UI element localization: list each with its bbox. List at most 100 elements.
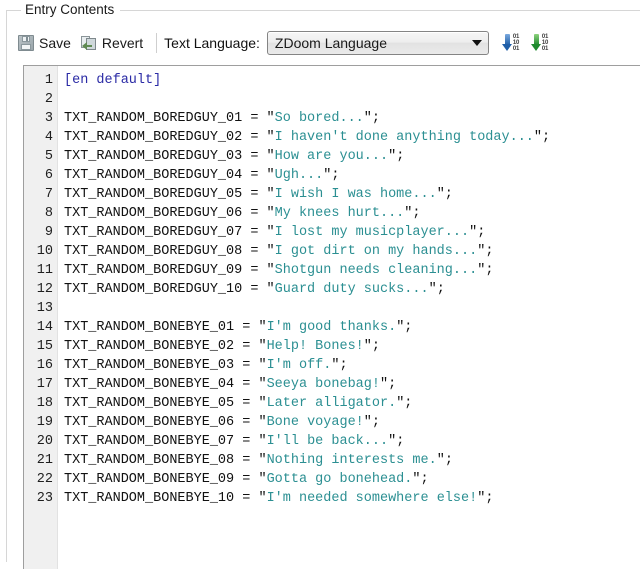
revert-button[interactable]: Revert xyxy=(78,30,150,56)
code-line[interactable]: TXT_RANDOM_BOREDGUY_09 = "Shotgun needs … xyxy=(64,261,640,280)
code-line[interactable]: TXT_RANDOM_BOREDGUY_01 = "So bored..."; xyxy=(64,109,640,128)
line-number: 9 xyxy=(44,225,53,240)
terminator-token: ; xyxy=(444,187,453,202)
identifier-token: TXT_RANDOM_BOREDGUY_03 xyxy=(64,149,243,164)
code-line[interactable]: TXT_RANDOM_BOREDGUY_04 = "Ugh..."; xyxy=(64,166,640,185)
quote-token: " xyxy=(388,434,397,449)
quote-token: " xyxy=(428,282,437,297)
identifier-token: TXT_RANDOM_BOREDGUY_08 xyxy=(64,244,243,259)
identifier-token: TXT_RANDOM_BONEBYE_02 xyxy=(64,339,235,354)
toolbar: Save Revert Text Language: ZDoom Languag… xyxy=(8,26,634,60)
quote-token: " xyxy=(266,282,275,297)
quote-token: " xyxy=(266,149,275,164)
entry-contents-groupbox: Entry Contents Save Revert Text Language… xyxy=(6,2,640,569)
line-number: 7 xyxy=(44,187,53,202)
terminator-token: ; xyxy=(404,320,413,335)
terminator-token: ; xyxy=(485,244,494,259)
line-number-gutter: 1 2 3 4 5 6 7 8 9 10 11 12 13 14 15 16 17 18 19 20 21 22 23 xyxy=(24,66,58,569)
line-number: 23 xyxy=(36,491,53,506)
code-line[interactable]: TXT_RANDOM_BONEBYE_10 = "I'm needed some… xyxy=(64,489,640,508)
section-header-token: [en default] xyxy=(64,73,162,88)
line-number: 13 xyxy=(36,301,53,316)
quote-token: " xyxy=(258,453,267,468)
quote-token: " xyxy=(436,453,445,468)
code-line[interactable]: TXT_RANDOM_BONEBYE_03 = "I'm off."; xyxy=(64,356,640,375)
quote-token: " xyxy=(258,472,267,487)
terminator-token: ; xyxy=(477,225,486,240)
code-line[interactable]: TXT_RANDOM_BONEBYE_08 = "Nothing interes… xyxy=(64,451,640,470)
line-number: 18 xyxy=(36,396,53,411)
code-line[interactable]: TXT_RANDOM_BONEBYE_04 = "Seeya bonebag!"… xyxy=(64,375,640,394)
identifier-token: TXT_RANDOM_BONEBYE_05 xyxy=(64,396,235,411)
quote-token: " xyxy=(436,187,445,202)
quote-token: " xyxy=(266,130,275,145)
quote-token: " xyxy=(388,149,397,164)
identifier-token: TXT_RANDOM_BONEBYE_09 xyxy=(64,472,235,487)
quote-token: " xyxy=(258,396,267,411)
string-value-token: Gotta go bonehead. xyxy=(266,472,413,487)
terminator-token: ; xyxy=(371,111,380,126)
code-line[interactable]: TXT_RANDOM_BOREDGUY_02 = "I haven't done… xyxy=(64,128,640,147)
quote-token: " xyxy=(363,339,372,354)
floppy-disk-icon xyxy=(18,35,34,51)
line-number: 1 xyxy=(44,73,53,88)
code-line[interactable]: TXT_RANDOM_BOREDGUY_08 = "I got dirt on … xyxy=(64,242,640,261)
terminator-token: ; xyxy=(331,168,340,183)
code-line[interactable] xyxy=(64,299,640,318)
terminator-token: ; xyxy=(436,282,445,297)
code-line[interactable]: TXT_RANDOM_BONEBYE_06 = "Bone voyage!"; xyxy=(64,413,640,432)
line-number: 4 xyxy=(44,130,53,145)
save-button[interactable]: Save xyxy=(15,30,78,56)
string-value-token: So bored... xyxy=(274,111,364,126)
string-value-token: Ugh... xyxy=(274,168,324,183)
string-value-token: I'm good thanks. xyxy=(266,320,397,335)
identifier-token: TXT_RANDOM_BONEBYE_01 xyxy=(64,320,235,335)
code-line[interactable]: TXT_RANDOM_BONEBYE_02 = "Help! Bones!"; xyxy=(64,337,640,356)
string-value-token: Later alligator. xyxy=(266,396,397,411)
code-line[interactable]: TXT_RANDOM_BONEBYE_01 = "I'm good thanks… xyxy=(64,318,640,337)
code-line[interactable]: TXT_RANDOM_BONEBYE_09 = "Gotta go bonehe… xyxy=(64,470,640,489)
line-number: 3 xyxy=(44,111,53,126)
code-line[interactable]: [en default] xyxy=(64,71,640,90)
compile-blue-icon[interactable]: 01 10 01 xyxy=(501,33,523,54)
terminator-token: ; xyxy=(404,396,413,411)
code-line[interactable]: TXT_RANDOM_BOREDGUY_07 = "I lost my musi… xyxy=(64,223,640,242)
line-number: 16 xyxy=(36,358,53,373)
identifier-token: TXT_RANDOM_BONEBYE_07 xyxy=(64,434,235,449)
quote-token: " xyxy=(266,187,275,202)
identifier-token: TXT_RANDOM_BOREDGUY_06 xyxy=(64,206,243,221)
text-language-select[interactable]: ZDoom Language xyxy=(266,31,489,55)
terminator-token: ; xyxy=(388,377,397,392)
line-number: 19 xyxy=(36,415,53,430)
entry-contents-panel: Entry Contents Save Revert Text Language… xyxy=(0,0,640,569)
quote-token: " xyxy=(258,415,267,430)
line-number: 8 xyxy=(44,206,53,221)
quote-token: " xyxy=(258,358,267,373)
chevron-down-icon[interactable] xyxy=(466,32,488,54)
code-line[interactable]: TXT_RANDOM_BOREDGUY_03 = "How are you...… xyxy=(64,147,640,166)
string-value-token: I wish I was home... xyxy=(274,187,437,202)
revert-pages-icon xyxy=(80,35,97,51)
code-line[interactable]: TXT_RANDOM_BOREDGUY_05 = "I wish I was h… xyxy=(64,185,640,204)
string-value-token: I lost my musicplayer... xyxy=(274,225,470,240)
string-value-token: I'm off. xyxy=(266,358,332,373)
code-line[interactable]: TXT_RANDOM_BONEBYE_05 = "Later alligator… xyxy=(64,394,640,413)
line-number: 5 xyxy=(44,149,53,164)
line-number: 10 xyxy=(36,244,53,259)
text-editor[interactable]: 1 2 3 4 5 6 7 8 9 10 11 12 13 14 15 16 17 18 19 20 21 22 23 [e… xyxy=(24,66,640,569)
code-line[interactable]: TXT_RANDOM_BOREDGUY_10 = "Guard duty suc… xyxy=(64,280,640,299)
compile-icons-group: 01 10 01 01 10 01 xyxy=(501,33,552,54)
compile-green-icon[interactable]: 01 10 01 xyxy=(530,33,552,54)
code-line[interactable]: TXT_RANDOM_BONEBYE_07 = "I'll be back...… xyxy=(64,432,640,451)
line-number: 11 xyxy=(36,263,53,278)
quote-token: " xyxy=(258,339,267,354)
terminator-token: ; xyxy=(420,472,429,487)
code-line[interactable] xyxy=(64,90,640,109)
code-area[interactable]: [en default] TXT_RANDOM_BOREDGUY_01 = "S… xyxy=(58,66,640,569)
identifier-token: TXT_RANDOM_BONEBYE_06 xyxy=(64,415,235,430)
terminator-token: ; xyxy=(485,263,494,278)
quote-token: " xyxy=(258,320,267,335)
string-value-token: Help! Bones! xyxy=(266,339,364,354)
quote-token: " xyxy=(266,111,275,126)
code-line[interactable]: TXT_RANDOM_BOREDGUY_06 = "My knees hurt.… xyxy=(64,204,640,223)
